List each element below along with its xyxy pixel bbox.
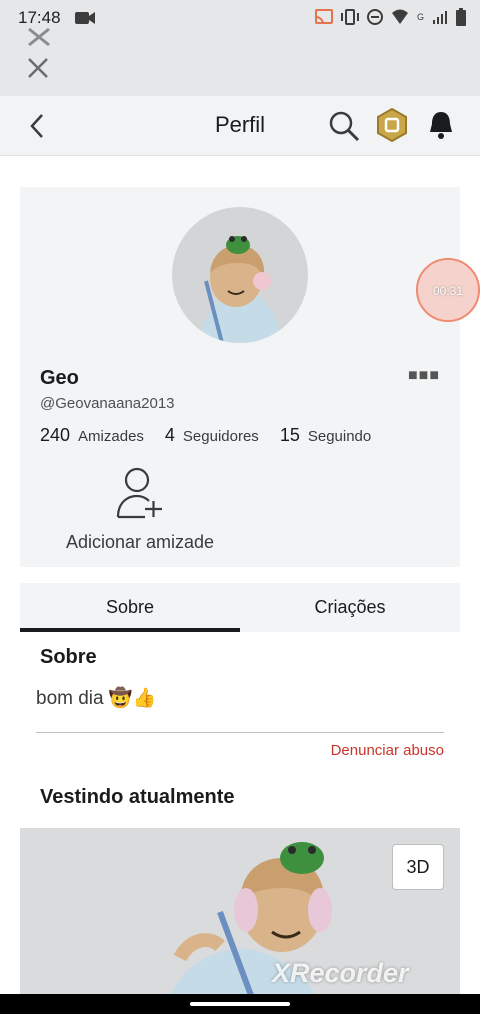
cast-icon	[314, 9, 333, 25]
report-abuse-link[interactable]: Denunciar abuso	[331, 742, 444, 759]
recorder-logo-icon	[28, 27, 50, 47]
wearing-heading: Vestindo atualmente	[40, 786, 235, 808]
close-icon[interactable]	[26, 56, 50, 80]
signal-icon	[433, 11, 447, 24]
add-friend-label: Adicionar amizade	[65, 532, 215, 552]
system-nav-bar	[0, 994, 480, 1014]
view-3d-button[interactable]: 3D	[392, 844, 444, 890]
network-type: G	[416, 12, 424, 22]
username: @Geovanaana2013	[40, 395, 175, 412]
profile-stats: 240 Amizades 4 Seguidores 15 Seguindo	[40, 425, 371, 446]
display-name: Geo	[40, 367, 79, 389]
about-text: bom dia 🤠👍	[36, 688, 157, 709]
profile-card: Geo @Geovanaana2013 ■■■ 240 Amizades 4 S…	[20, 187, 460, 567]
search-icon[interactable]	[328, 110, 360, 142]
top-app-bar: Perfil	[0, 96, 480, 156]
more-options-icon[interactable]: ■■■	[408, 367, 440, 385]
avatar[interactable]	[172, 207, 308, 343]
about-heading: Sobre	[40, 646, 97, 668]
recorder-overlay-strip	[0, 27, 480, 96]
do-not-disturb-icon	[366, 9, 383, 25]
robux-icon[interactable]	[376, 108, 408, 142]
profile-tabs: Sobre Criações	[20, 583, 460, 632]
tab-sobre[interactable]: Sobre	[20, 583, 240, 632]
video-camera-icon	[75, 12, 95, 24]
page-title: Perfil	[214, 112, 266, 137]
home-gesture-handle[interactable]	[190, 1002, 290, 1006]
followers-label[interactable]: Seguidores	[183, 428, 259, 445]
battery-icon	[456, 8, 466, 26]
friends-label[interactable]: Amizades	[78, 428, 144, 445]
add-friend-button[interactable]: Adicionar amizade	[60, 467, 220, 553]
following-label[interactable]: Seguindo	[308, 428, 371, 445]
vibrate-icon	[340, 9, 359, 25]
xrecorder-watermark: XRecorder	[272, 958, 409, 988]
friends-count[interactable]: 240	[40, 425, 70, 446]
status-time: 17:48	[18, 8, 61, 27]
add-friend-icon	[116, 467, 162, 519]
tab-criacoes[interactable]: Criações	[240, 583, 460, 632]
bell-icon[interactable]	[427, 110, 455, 140]
status-bar: 17:48 G	[0, 0, 480, 36]
avatar-headshot-image	[198, 236, 282, 343]
recorder-timer-bubble[interactable]: 00:31	[416, 258, 480, 322]
recorder-time: 00:31	[432, 284, 464, 298]
status-icons: G	[314, 8, 466, 26]
following-count[interactable]: 15	[280, 425, 300, 446]
followers-count[interactable]: 4	[165, 425, 175, 446]
divider	[36, 732, 444, 733]
wifi-icon	[391, 9, 408, 24]
